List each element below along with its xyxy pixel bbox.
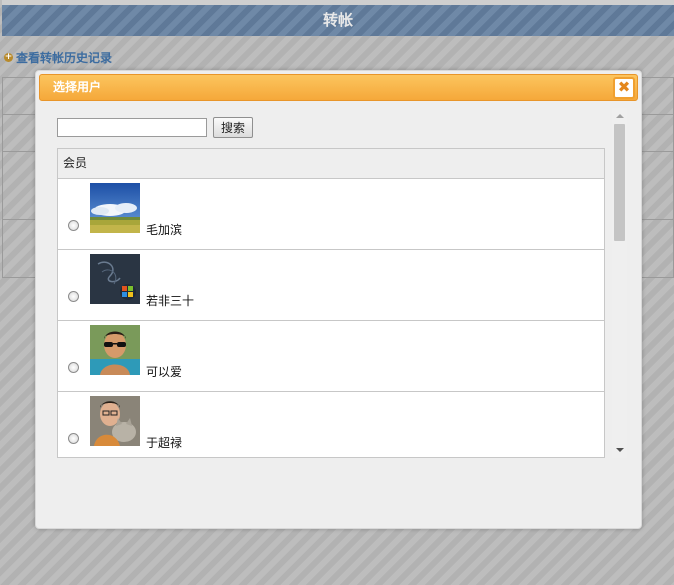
member-radio[interactable] bbox=[68, 220, 79, 231]
select-user-dialog: 选择用户 ✖ 搜索 会员 毛加滨 若非三十 可以爱 于超禄 bbox=[35, 70, 642, 529]
scroll-up-arrow-icon[interactable] bbox=[616, 114, 624, 118]
list-item[interactable]: 若非三十 bbox=[58, 250, 604, 321]
member-list: 会员 毛加滨 若非三十 可以爱 于超禄 bbox=[57, 148, 605, 458]
member-radio[interactable] bbox=[68, 433, 79, 444]
avatar bbox=[90, 396, 140, 446]
list-scrollbar[interactable] bbox=[612, 108, 627, 458]
member-name: 若非三十 bbox=[146, 294, 195, 308]
search-button[interactable]: 搜索 bbox=[213, 117, 253, 138]
avatar bbox=[90, 254, 140, 304]
page-title: 转帐 bbox=[322, 11, 353, 29]
search-input[interactable] bbox=[57, 118, 207, 137]
dialog-title: 选择用户 bbox=[53, 80, 102, 94]
member-column-header: 会员 bbox=[58, 149, 604, 179]
close-button[interactable]: ✖ bbox=[613, 77, 635, 99]
member-name: 毛加滨 bbox=[146, 223, 183, 237]
list-item[interactable]: 毛加滨 bbox=[58, 179, 604, 250]
scroll-down-arrow-icon[interactable] bbox=[616, 448, 624, 452]
avatar bbox=[90, 183, 140, 233]
member-radio[interactable] bbox=[68, 291, 79, 302]
close-icon: ✖ bbox=[617, 78, 631, 96]
member-name: 可以爱 bbox=[146, 365, 183, 379]
scroll-thumb[interactable] bbox=[614, 124, 625, 241]
page-header: 转帐 bbox=[2, 0, 674, 36]
transfer-history-label: 查看转帐历史记录 bbox=[16, 51, 113, 65]
member-radio[interactable] bbox=[68, 362, 79, 373]
member-name: 于超禄 bbox=[146, 436, 183, 450]
member-column-label: 会员 bbox=[63, 156, 88, 170]
list-item[interactable]: 于超禄 bbox=[58, 392, 604, 457]
avatar bbox=[90, 325, 140, 375]
dialog-title-bar: 选择用户 bbox=[39, 74, 638, 101]
list-item[interactable]: 可以爱 bbox=[58, 321, 604, 392]
plus-icon: + bbox=[4, 52, 13, 62]
transfer-history-link[interactable]: + 查看转帐历史记录 bbox=[4, 49, 112, 66]
